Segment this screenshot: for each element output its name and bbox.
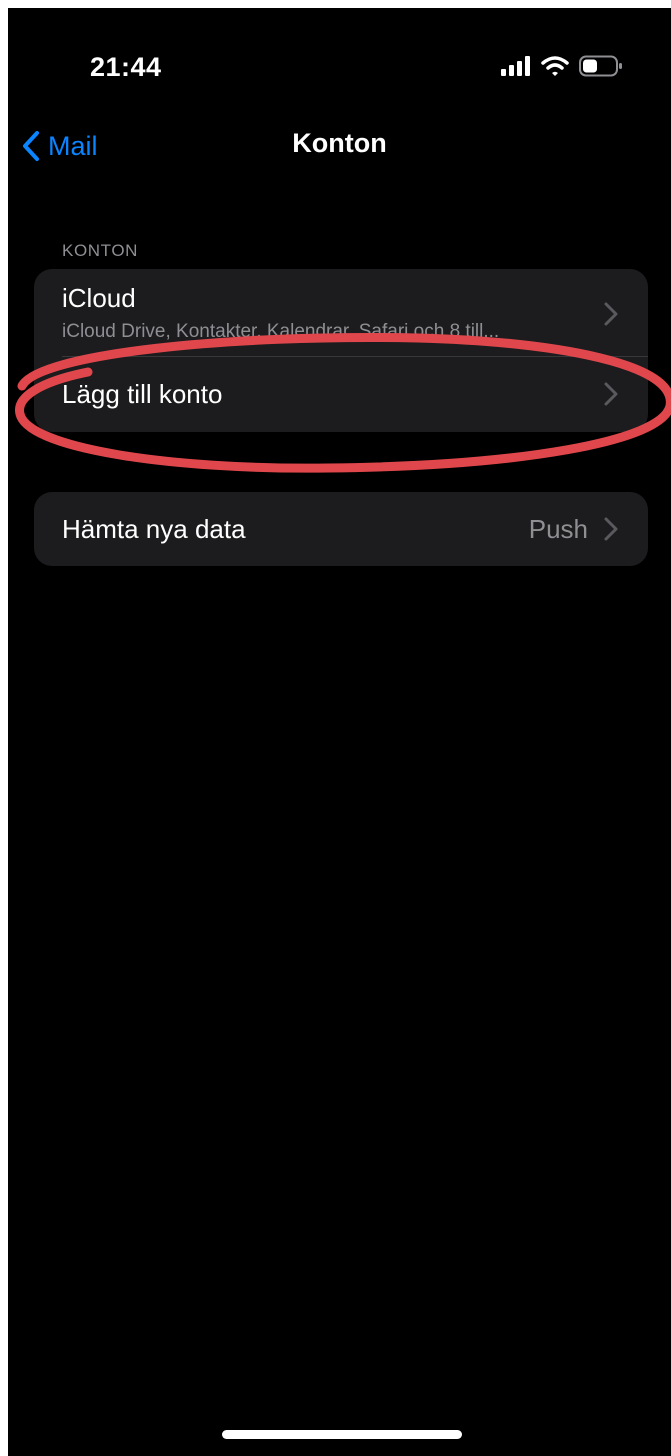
- account-title: iCloud: [62, 283, 136, 313]
- chevron-right-icon: [604, 517, 618, 541]
- fetch-new-data-label: Hämta nya data: [62, 514, 246, 544]
- status-time: 21:44: [90, 52, 162, 82]
- add-account-label: Lägg till konto: [62, 379, 223, 409]
- cellular-signal-icon: [501, 56, 530, 76]
- home-indicator[interactable]: [222, 1430, 462, 1439]
- chevron-right-icon: [604, 302, 618, 326]
- page-title: Konton: [292, 128, 387, 158]
- fetch-group: Hämta nya data Push: [34, 492, 648, 566]
- fetch-new-data-row[interactable]: Hämta nya data Push: [34, 492, 648, 566]
- settings-screen: 21:44 Mail Konton KONTON iCloud iCloud D…: [8, 8, 671, 1456]
- fetch-mode-value: Push: [528, 514, 588, 544]
- section-header-accounts: KONTON: [62, 241, 139, 260]
- account-row-icloud[interactable]: iCloud iCloud Drive, Kontakter, Kalendra…: [34, 269, 648, 355]
- wifi-icon: [541, 56, 569, 76]
- account-subtitle: iCloud Drive, Kontakter, Kalendrar, Safa…: [62, 321, 500, 342]
- add-account-row[interactable]: Lägg till konto: [34, 357, 648, 432]
- battery-icon: [579, 55, 622, 77]
- chevron-right-icon: [604, 382, 618, 406]
- accounts-group: iCloud iCloud Drive, Kontakter, Kalendra…: [34, 269, 648, 432]
- status-icons: [501, 52, 623, 80]
